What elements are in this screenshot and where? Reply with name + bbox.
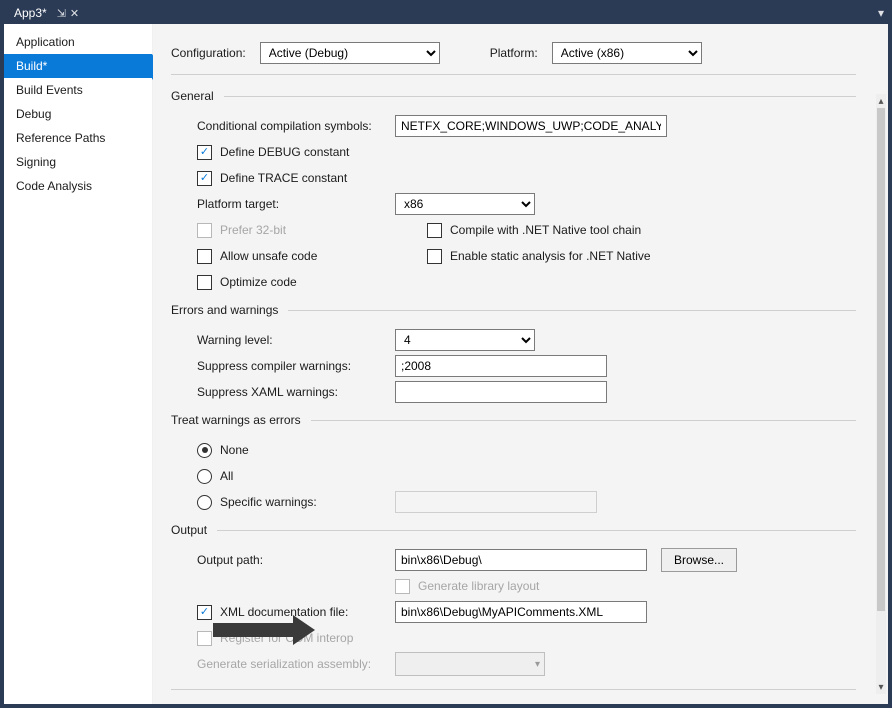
- output-path-input[interactable]: [395, 549, 647, 571]
- scrollbar-track[interactable]: [876, 108, 886, 680]
- scroll-down-icon[interactable]: ▾: [876, 680, 886, 694]
- separator: [171, 74, 856, 75]
- warning-level-select[interactable]: 4: [395, 329, 535, 351]
- define-trace-checkbox[interactable]: ✓Define TRACE constant: [197, 171, 347, 186]
- conditional-symbols-label: Conditional compilation symbols:: [197, 119, 395, 133]
- callout-arrow: [213, 615, 333, 645]
- scrollbar-thumb[interactable]: [877, 108, 885, 611]
- sidebar-item-reference-paths[interactable]: Reference Paths: [4, 126, 152, 150]
- platform-label: Platform:: [490, 46, 538, 60]
- specific-warnings-input: [395, 491, 597, 513]
- prefer-32bit-checkbox: Prefer 32-bit: [197, 223, 286, 238]
- sidebar-item-application[interactable]: Application: [4, 30, 152, 54]
- scroll-area: Configuration: Active (Debug) Platform: …: [153, 24, 874, 704]
- platform-select[interactable]: Active (x86): [552, 42, 702, 64]
- sidebar-item-debug[interactable]: Debug: [4, 102, 152, 126]
- category-sidebar: Application Build* Build Events Debug Re…: [4, 24, 153, 704]
- treat-all-radio[interactable]: All: [197, 469, 233, 484]
- section-title-general: General: [171, 89, 214, 103]
- close-icon[interactable]: ✕: [70, 7, 79, 20]
- enable-static-analysis-checkbox[interactable]: Enable static analysis for .NET Native: [427, 249, 651, 264]
- project-properties-window: App3* ⇲ ✕ ▾ Application Build* Build Eve…: [0, 0, 892, 708]
- generate-serialization-select: ▾: [395, 652, 545, 676]
- platform-target-select[interactable]: x86: [395, 193, 535, 215]
- compile-net-native-checkbox[interactable]: Compile with .NET Native tool chain: [427, 223, 641, 238]
- suppress-xaml-input[interactable]: [395, 381, 607, 403]
- browse-button[interactable]: Browse...: [661, 548, 737, 572]
- config-platform-row: Configuration: Active (Debug) Platform: …: [171, 42, 856, 64]
- optimize-code-checkbox[interactable]: Optimize code: [197, 275, 297, 290]
- tab-overflow-icon[interactable]: ▾: [878, 6, 884, 20]
- vertical-scrollbar[interactable]: ▴ ▾: [876, 94, 886, 694]
- document-tab[interactable]: App3*: [8, 4, 53, 22]
- pin-icon[interactable]: ⇲: [57, 7, 66, 20]
- warning-level-label: Warning level:: [197, 333, 395, 347]
- section-output: Output Output path: Browse... Generate l…: [171, 523, 856, 677]
- allow-unsafe-checkbox[interactable]: Allow unsafe code: [197, 249, 317, 264]
- section-general: General Conditional compilation symbols:…: [171, 89, 856, 295]
- configuration-label: Configuration:: [171, 46, 246, 60]
- sidebar-item-code-analysis[interactable]: Code Analysis: [4, 174, 152, 198]
- define-debug-checkbox[interactable]: ✓Define DEBUG constant: [197, 145, 349, 160]
- tab-bar[interactable]: App3* ⇲ ✕ ▾: [2, 2, 890, 24]
- section-title-errors: Errors and warnings: [171, 303, 278, 317]
- section-title-treat: Treat warnings as errors: [171, 413, 301, 427]
- body: Application Build* Build Events Debug Re…: [4, 24, 888, 704]
- sidebar-item-build[interactable]: Build*: [4, 54, 152, 78]
- generate-library-layout-checkbox: Generate library layout: [395, 579, 539, 594]
- section-errors-warnings: Errors and warnings Warning level: 4 Sup…: [171, 303, 856, 405]
- scroll-up-icon[interactable]: ▴: [876, 94, 886, 108]
- suppress-compiler-input[interactable]: [395, 355, 607, 377]
- suppress-xaml-label: Suppress XAML warnings:: [197, 385, 395, 399]
- output-path-label: Output path:: [197, 553, 395, 567]
- platform-target-label: Platform target:: [197, 197, 395, 211]
- section-treat-warnings: Treat warnings as errors None All Specif…: [171, 413, 856, 515]
- section-title-output: Output: [171, 523, 207, 537]
- conditional-symbols-input[interactable]: [395, 115, 667, 137]
- treat-specific-radio[interactable]: Specific warnings:: [197, 495, 395, 510]
- configuration-select[interactable]: Active (Debug): [260, 42, 440, 64]
- suppress-compiler-label: Suppress compiler warnings:: [197, 359, 395, 373]
- separator-bottom: [171, 689, 856, 690]
- generate-serialization-label: Generate serialization assembly:: [197, 657, 395, 671]
- treat-none-radio[interactable]: None: [197, 443, 249, 458]
- content-pane: Configuration: Active (Debug) Platform: …: [153, 24, 888, 704]
- sidebar-item-build-events[interactable]: Build Events: [4, 78, 152, 102]
- xml-documentation-input[interactable]: [395, 601, 647, 623]
- sidebar-item-signing[interactable]: Signing: [4, 150, 152, 174]
